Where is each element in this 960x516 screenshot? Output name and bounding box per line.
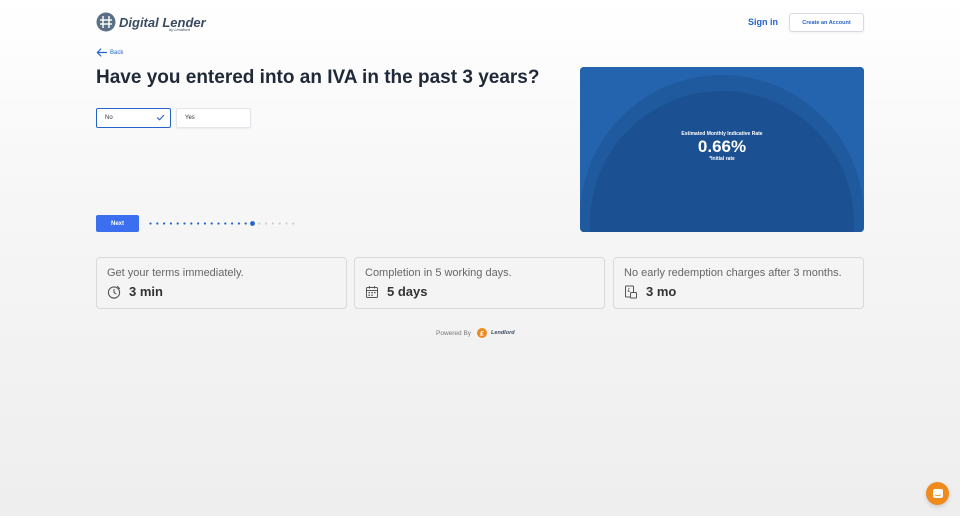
option-no-label: No [105,115,113,121]
progress-dot [258,222,261,225]
progress-dot [190,222,193,225]
progress-dot [224,222,227,225]
progress-dot [210,222,213,225]
rate-value: 0.66% [697,137,747,156]
progress-dots [149,221,295,226]
progress-dot [149,222,152,225]
check-icon [156,114,165,121]
brand-sub: by Lendlord [169,27,190,32]
feature-title: No early redemption charges after 3 mont… [624,267,842,279]
feature-value: 5 days [387,284,428,299]
lendlord-logo-icon: £ [477,328,488,338]
pound-document-icon: £ [625,285,637,299]
progress-dot [292,222,295,225]
progress-dot-current [250,221,255,226]
svg-text:£: £ [627,288,630,294]
progress-dot [271,222,274,225]
progress-dot [156,222,159,225]
progress-dot [183,222,186,225]
feature-card-redemption: No early redemption charges after 3 mont… [613,257,864,309]
calendar-icon [366,286,378,298]
progress-dot [237,222,240,225]
feature-title: Get your terms immediately. [107,267,244,279]
feature-card-terms: Get your terms immediately. 3 min [96,257,347,309]
rate-card: Estimated Monthly Indicative Rate 0.66% … [580,67,864,232]
progress-dot [244,222,247,225]
signin-link[interactable]: Sign in [748,17,778,27]
feature-title: Completion in 5 working days. [365,267,512,279]
header: Digital Lender by Lendlord Sign in Creat… [96,12,864,34]
create-account-button[interactable]: Create an Account [789,13,864,32]
chat-icon [932,488,943,498]
feature-card-completion: Completion in 5 working days. 5 days [354,257,605,309]
powered-by: Powered By £ Lendlord [436,328,515,338]
rate-note: *Initial rate [709,156,735,162]
feature-value: 3 min [129,284,163,299]
option-yes[interactable]: Yes [176,108,251,128]
question-title: Have you entered into an IVA in the past… [96,67,540,88]
brand-name: Digital Lender [119,14,206,30]
next-button[interactable]: Next [96,215,139,232]
logo-mark-icon [96,12,116,32]
progress-dot [176,222,179,225]
progress-dot [203,222,206,225]
progress-dot [231,222,234,225]
option-yes-label: Yes [185,115,195,121]
progress-dot [163,222,166,225]
back-label: Back [110,49,124,56]
back-link[interactable]: Back [96,48,123,57]
progress-dot [169,222,172,225]
option-no[interactable]: No [96,108,171,128]
progress-dot [285,222,288,225]
svg-text:£: £ [480,329,485,337]
progress-dot [278,222,281,225]
progress-dot [217,222,220,225]
progress-dot [265,222,268,225]
powered-by-label: Powered By [436,329,472,337]
provider-name[interactable]: Lendlord [491,330,515,336]
clock-icon [107,285,121,299]
progress-dot [197,222,200,225]
feature-value: 3 mo [646,284,677,299]
arrow-left-icon [96,48,107,57]
chat-launcher-button[interactable] [926,482,949,505]
